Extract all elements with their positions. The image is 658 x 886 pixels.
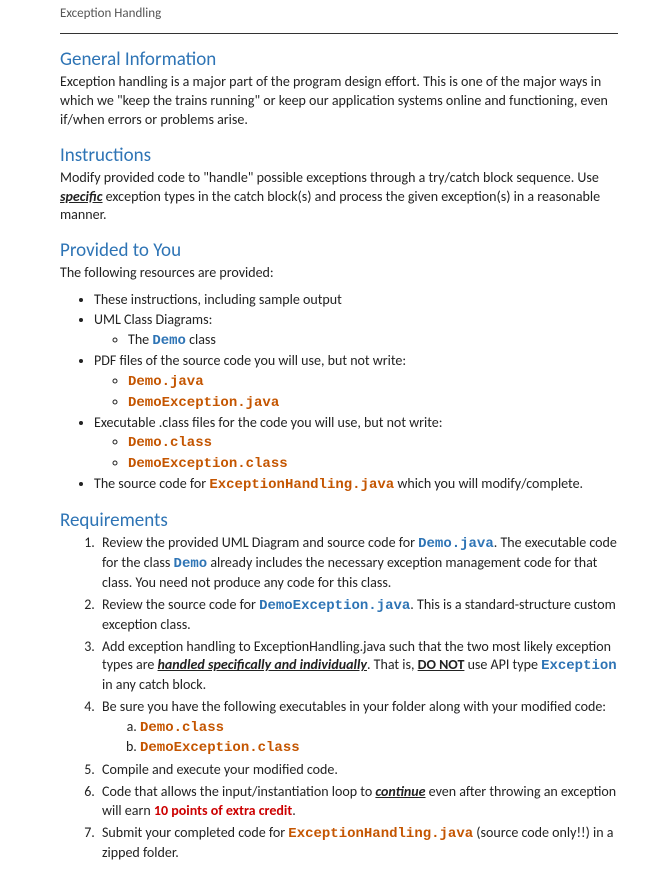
list-item: Demo.class — [128, 433, 618, 453]
instructions-pre: Modify provided code to "handle" possibl… — [60, 169, 599, 186]
list-item: Code that allows the input/instantiation… — [98, 783, 618, 821]
emphasis: handled specifically and individually — [158, 656, 367, 673]
sublist: Demo.java DemoException.java — [94, 372, 618, 413]
code-demoexception-class: DemoException.class — [128, 456, 288, 472]
sublist: Demo.class DemoException.class — [102, 718, 618, 758]
heading-requirements: Requirements — [60, 509, 618, 532]
code-demoexception-java: DemoException.java — [259, 598, 410, 614]
list-item: Review the source code for DemoException… — [98, 596, 618, 635]
page-header: Exception Handling — [60, 6, 618, 25]
emphasis: continue — [375, 783, 425, 800]
list-item: Compile and execute your modified code. — [98, 761, 618, 780]
text: Review the source code for — [102, 596, 259, 613]
heading-provided: Provided to You — [60, 239, 618, 262]
text: . — [292, 802, 296, 819]
provided-intro: The following resources are provided: — [60, 264, 618, 283]
sublist: Demo.class DemoException.class — [94, 433, 618, 474]
code-demo-java: Demo.java — [128, 374, 204, 390]
text: Code that allows the input/instantiation… — [102, 783, 375, 800]
text: which you will modify/complete. — [394, 475, 583, 492]
provided-list: These instructions, including sample out… — [60, 291, 618, 495]
list-item: The Demo class — [128, 331, 618, 351]
document-page: Exception Handling General Information E… — [0, 0, 658, 886]
heading-instructions: Instructions — [60, 144, 618, 167]
list-item: These instructions, including sample out… — [94, 291, 618, 310]
code-demo-class: Demo.class — [128, 435, 212, 451]
list-item: Be sure you have the following executabl… — [98, 698, 618, 758]
list-item: Executable .class files for the code you… — [94, 414, 618, 475]
requirements-list: Review the provided UML Diagram and sour… — [60, 534, 618, 862]
code-demo-class: Demo.class — [140, 720, 224, 736]
instructions-post: exception types in the catch block(s) an… — [60, 188, 600, 224]
code-exceptionhandling-java: ExceptionHandling.java — [288, 826, 473, 842]
list-item: PDF files of the source code you will us… — [94, 352, 618, 413]
list-item: Demo.java — [128, 372, 618, 392]
text: Be sure you have the following executabl… — [102, 698, 606, 715]
general-body: Exception handling is a major part of th… — [60, 73, 618, 130]
instructions-specific: specific — [60, 188, 103, 205]
list-item: UML Class Diagrams: The Demo class — [94, 311, 618, 351]
list-item: Submit your completed code for Exception… — [98, 824, 618, 863]
text: Submit your completed code for — [102, 824, 288, 841]
emphasis: DO NOT — [418, 656, 465, 673]
list-item-label: UML Class Diagrams: — [94, 311, 212, 328]
list-item-label: Executable .class files for the code you… — [94, 414, 443, 431]
text: in any catch block. — [102, 676, 206, 693]
text: use API type — [464, 656, 541, 673]
header-rule — [60, 33, 618, 34]
list-item: The source code for ExceptionHandling.ja… — [94, 475, 618, 495]
sublist: The Demo class — [94, 331, 618, 351]
list-item: Review the provided UML Diagram and sour… — [98, 534, 618, 593]
list-item: Demo.class — [140, 718, 618, 738]
code-demo: Demo — [152, 333, 186, 349]
code-demo-java: Demo.java — [418, 536, 494, 552]
list-item: DemoException.class — [128, 454, 618, 474]
extra-credit: 10 points of extra credit — [154, 802, 292, 819]
list-item: Add exception handling to ExceptionHandl… — [98, 638, 618, 696]
instructions-body: Modify provided code to "handle" possibl… — [60, 169, 618, 226]
text: class — [186, 331, 216, 348]
list-item: DemoException.java — [128, 393, 618, 413]
code-exceptionhandling-java: ExceptionHandling.java — [209, 477, 394, 493]
heading-general-information: General Information — [60, 48, 618, 71]
text: The source code for — [94, 475, 209, 492]
text: Review the provided UML Diagram and sour… — [102, 534, 418, 551]
code-demoexception-java: DemoException.java — [128, 395, 279, 411]
list-item-label: PDF files of the source code you will us… — [94, 352, 406, 369]
text: The — [128, 331, 152, 348]
text: . That is, — [367, 656, 418, 673]
code-demoexception-class: DemoException.class — [140, 740, 300, 756]
list-item: DemoException.class — [140, 738, 618, 758]
code-demo: Demo — [174, 556, 208, 572]
code-exception: Exception — [541, 658, 617, 674]
